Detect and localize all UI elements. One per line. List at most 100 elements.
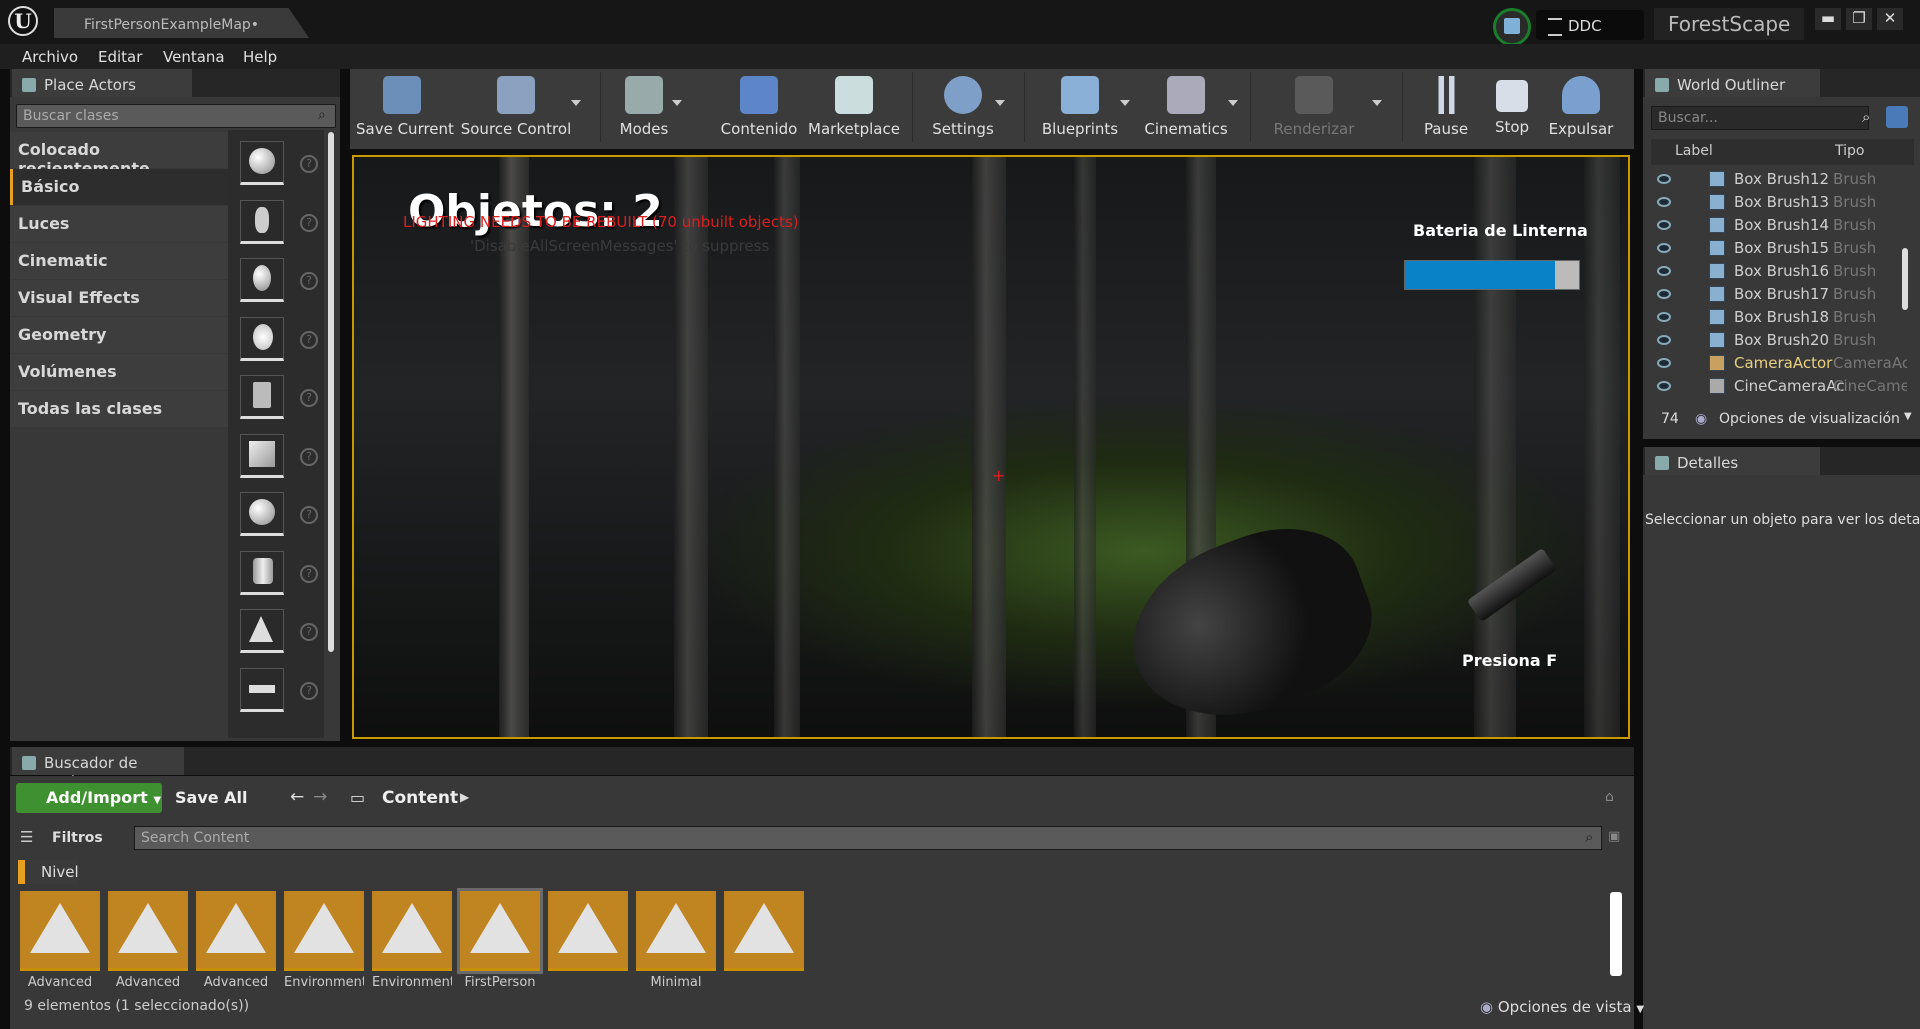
empty-actor-icon[interactable] xyxy=(240,141,284,185)
category-cinematic[interactable]: Cinematic xyxy=(10,243,228,279)
help-icon[interactable]: ? xyxy=(300,623,318,641)
help-icon[interactable]: ? xyxy=(300,448,318,466)
category-visual-effects[interactable]: Visual Effects xyxy=(10,280,228,316)
outliner-row[interactable]: Box Brush12 Brush xyxy=(1651,168,1907,191)
level-asset-tile[interactable] xyxy=(108,891,188,971)
unreal-logo-icon[interactable]: U xyxy=(8,6,38,36)
player-start-icon[interactable] xyxy=(240,375,284,419)
sources-toggle-icon[interactable]: ☰ xyxy=(20,828,33,846)
outliner-row[interactable]: Box Brush15 Brush xyxy=(1651,237,1907,260)
menu-archivo[interactable]: Archivo xyxy=(22,48,78,66)
level-asset-tile[interactable] xyxy=(20,891,100,971)
level-asset-tile[interactable] xyxy=(548,891,628,971)
category-basic[interactable]: Básico xyxy=(10,169,228,205)
outliner-row[interactable]: Box Brush16 Brush xyxy=(1651,260,1907,283)
path-breadcrumb-content[interactable]: Content xyxy=(382,788,458,808)
column-label[interactable]: Label xyxy=(1675,143,1713,159)
tab-world-outliner[interactable]: World Outliner xyxy=(1645,69,1820,97)
empty-character-icon[interactable] xyxy=(240,200,284,244)
outliner-row[interactable]: Box Brush18 Brush xyxy=(1651,306,1907,329)
settings-button[interactable]: Settings xyxy=(918,72,1008,144)
outliner-row[interactable]: CineCameraAc CineCame xyxy=(1651,375,1907,398)
visibility-eye-icon[interactable] xyxy=(1657,358,1671,368)
outliner-row[interactable]: Box Brush14 Brush xyxy=(1651,214,1907,237)
visibility-eye-icon[interactable] xyxy=(1657,312,1671,322)
cube-icon[interactable] xyxy=(240,434,284,478)
cone-icon[interactable] xyxy=(240,609,284,653)
help-icon[interactable]: ? xyxy=(300,565,318,583)
forward-arrow-icon[interactable]: → xyxy=(313,787,327,807)
actor-list-scrollbar[interactable] xyxy=(328,132,334,652)
source-control-button[interactable]: Source Control xyxy=(460,72,572,144)
level-asset-tile[interactable] xyxy=(284,891,364,971)
tab-details[interactable]: Detalles xyxy=(1645,447,1820,475)
close-button[interactable]: ✕ xyxy=(1877,8,1903,30)
search-icon[interactable]: ⌕ xyxy=(1862,108,1870,126)
outliner-row[interactable]: CameraActor CameraAc xyxy=(1651,352,1907,375)
save-current-button[interactable]: Save Current xyxy=(356,72,454,144)
cylinder-icon[interactable] xyxy=(240,551,284,595)
search-icon[interactable]: ⌕ xyxy=(1585,828,1593,846)
document-tab[interactable]: FirstPersonExampleMap• xyxy=(54,8,309,38)
chevron-down-icon[interactable] xyxy=(672,100,682,106)
add-import-button[interactable]: Add/Import ▼ xyxy=(16,783,162,813)
visibility-eye-icon[interactable] xyxy=(1657,289,1671,299)
lock-icon[interactable]: ⌂ xyxy=(1605,789,1614,805)
add-actor-icon[interactable] xyxy=(1886,106,1908,128)
menu-editar[interactable]: Editar xyxy=(98,48,142,66)
content-view-options[interactable]: ◉ Opciones de vista ▼ xyxy=(1480,998,1644,1016)
visibility-eye-icon[interactable] xyxy=(1657,220,1671,230)
visibility-eye-icon[interactable] xyxy=(1657,243,1671,253)
filters-button[interactable]: Filtros xyxy=(52,830,103,846)
level-asset-tile[interactable] xyxy=(724,891,804,971)
tab-content-browser[interactable]: Buscador de conte xyxy=(12,747,184,790)
content-button[interactable]: Contenido xyxy=(716,72,802,144)
tab-place-actors[interactable]: Place Actors xyxy=(12,69,192,97)
plane-icon[interactable] xyxy=(240,668,284,712)
minimize-button[interactable]: ▬ xyxy=(1815,8,1841,30)
help-icon[interactable]: ? xyxy=(300,506,318,524)
sphere-icon[interactable] xyxy=(240,492,284,536)
category-geometry[interactable]: Geometry xyxy=(10,317,228,353)
menu-ventana[interactable]: Ventana xyxy=(163,48,225,66)
category-volumes[interactable]: Volúmenes xyxy=(10,354,228,390)
chevron-down-icon[interactable] xyxy=(995,100,1005,106)
help-icon[interactable]: ? xyxy=(300,331,318,349)
visibility-eye-icon[interactable] xyxy=(1657,266,1671,276)
column-type[interactable]: Tipo xyxy=(1835,143,1864,159)
visibility-eye-icon[interactable] xyxy=(1657,381,1671,391)
chevron-down-icon[interactable] xyxy=(1372,100,1382,106)
help-icon[interactable]: ? xyxy=(300,272,318,290)
outliner-row[interactable]: Box Brush17 Brush xyxy=(1651,283,1907,306)
empty-pawn-icon[interactable] xyxy=(240,258,284,302)
marketplace-button[interactable]: Marketplace xyxy=(808,72,900,144)
outliner-view-options[interactable]: Opciones de visualización xyxy=(1719,411,1900,427)
outliner-row[interactable]: Box Brush20 Brush xyxy=(1651,329,1907,352)
chevron-right-icon[interactable]: ▶ xyxy=(460,790,469,804)
restore-button[interactable]: ❐ xyxy=(1846,8,1872,30)
help-icon[interactable]: ? xyxy=(300,682,318,700)
level-asset-tile[interactable] xyxy=(196,891,276,971)
menu-help[interactable]: Help xyxy=(243,48,277,66)
save-all-button[interactable]: Save All xyxy=(175,788,248,807)
outliner-search-input[interactable]: Buscar... xyxy=(1651,106,1869,130)
stop-button[interactable]: Stop xyxy=(1480,72,1544,144)
place-actors-search-input[interactable]: Buscar clases xyxy=(16,104,336,128)
build-button[interactable]: Renderizar xyxy=(1268,72,1360,144)
chevron-down-icon[interactable]: ▼ xyxy=(1904,411,1912,422)
visibility-eye-icon[interactable] xyxy=(1657,197,1671,207)
content-scrollbar[interactable] xyxy=(1610,892,1622,976)
category-lights[interactable]: Luces xyxy=(10,206,228,242)
category-all-classes[interactable]: Todas las clases xyxy=(10,391,228,427)
save-search-icon[interactable]: ▣ xyxy=(1608,829,1620,844)
outliner-scrollbar[interactable] xyxy=(1902,248,1908,310)
filter-tag-level[interactable]: Nivel xyxy=(18,860,79,884)
outliner-row[interactable]: Box Brush13 Brush xyxy=(1651,191,1907,214)
help-icon[interactable]: ? xyxy=(300,214,318,232)
source-control-status-icon[interactable] xyxy=(1493,8,1531,46)
search-icon[interactable]: ⌕ xyxy=(318,107,326,123)
cinematics-button[interactable]: Cinematics xyxy=(1140,72,1232,144)
level-asset-tile[interactable] xyxy=(372,891,452,971)
category-recent[interactable]: Colocado recientemente xyxy=(10,132,228,178)
ddc-button[interactable]: DDC xyxy=(1536,10,1644,40)
